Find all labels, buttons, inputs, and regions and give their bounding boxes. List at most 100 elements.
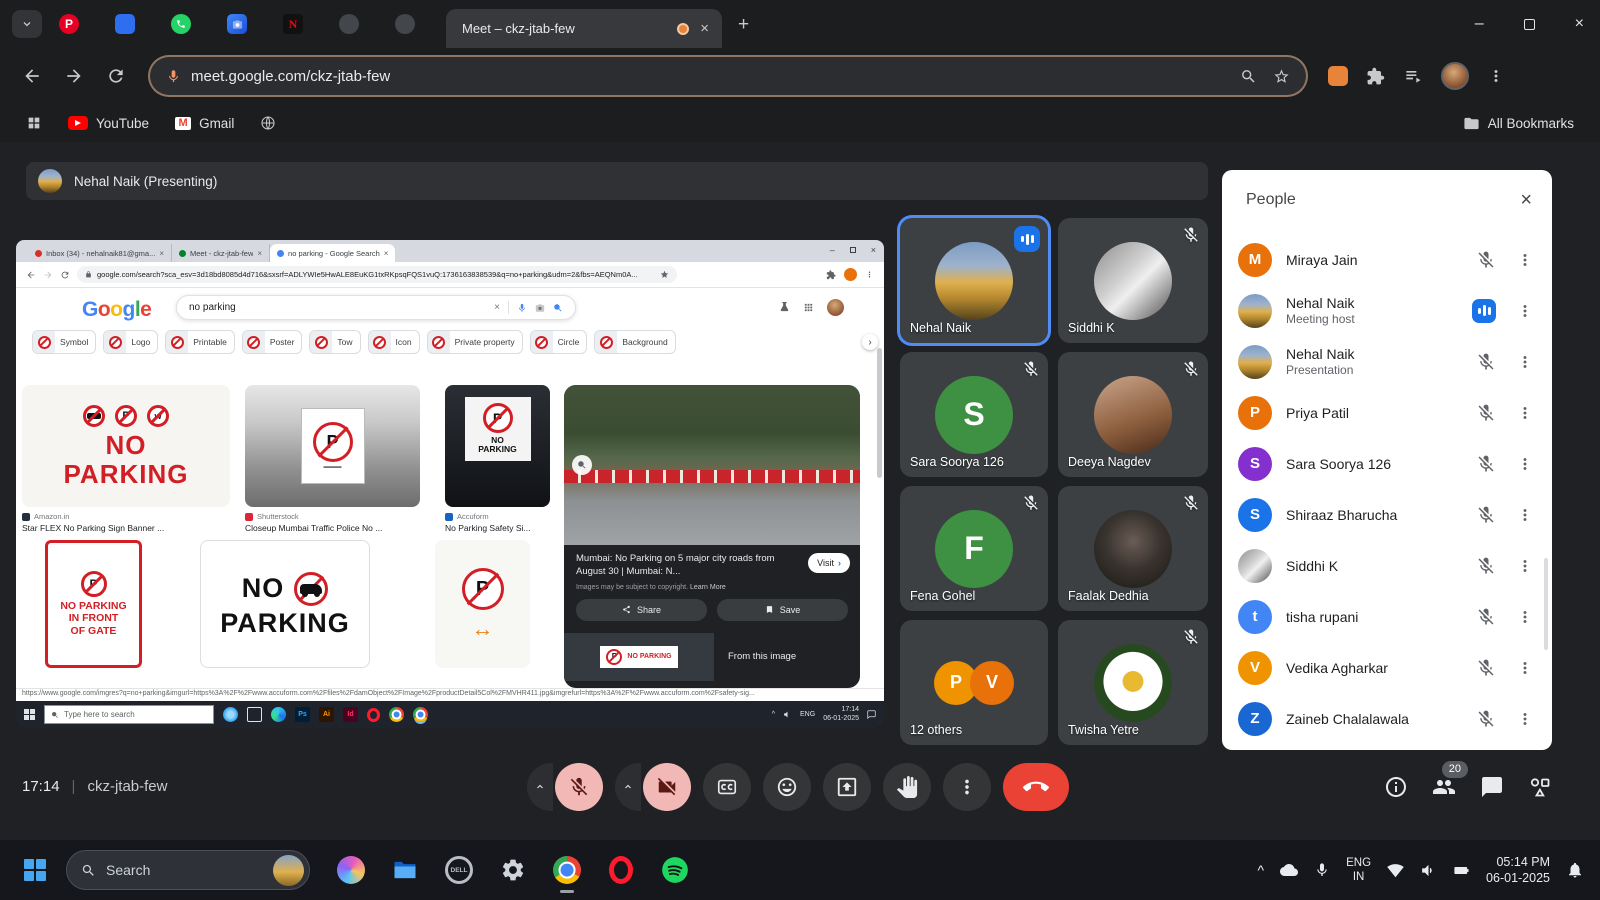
back-button[interactable]: [22, 66, 42, 86]
all-bookmarks-button[interactable]: All Bookmarks: [1463, 115, 1574, 132]
chat-button[interactable]: [1480, 775, 1504, 799]
pinned-tab-site-a[interactable]: [338, 13, 360, 35]
participant-tile[interactable]: Siddhi K: [1058, 218, 1208, 343]
people-list-item[interactable]: MMiraya Jain: [1222, 234, 1552, 285]
pinned-tab-blue-app[interactable]: [114, 13, 136, 35]
extension-icon[interactable]: [1328, 66, 1348, 86]
file-explorer-button[interactable]: [390, 855, 420, 885]
taskbar-search[interactable]: Search: [66, 850, 310, 890]
mic-options-button[interactable]: [527, 763, 553, 811]
close-button[interactable]: ×: [1575, 16, 1584, 32]
pinned-tab-whatsapp[interactable]: [170, 13, 192, 35]
address-bar[interactable]: meet.google.com/ckz-jtab-few: [148, 55, 1308, 97]
captions-button[interactable]: [703, 763, 751, 811]
mic-muted-button[interactable]: [555, 763, 603, 811]
more-options-button[interactable]: [943, 763, 991, 811]
puzzle-extensions-icon[interactable]: [1366, 67, 1385, 86]
onedrive-cloud-icon[interactable]: [1280, 861, 1298, 879]
mic-tray-icon[interactable]: [1314, 862, 1330, 878]
tab-search-button[interactable]: [12, 10, 42, 38]
people-scrollbar[interactable]: [1544, 558, 1548, 650]
person-options-icon[interactable]: [1516, 659, 1534, 677]
taskbar-clock[interactable]: 05:14 PM06-01-2025: [1486, 854, 1550, 887]
people-list-item[interactable]: Siddhi K: [1222, 540, 1552, 591]
battery-icon[interactable]: [1453, 862, 1470, 879]
people-button[interactable]: 20: [1432, 775, 1456, 799]
mic-off-icon[interactable]: [1476, 454, 1496, 474]
people-list-item[interactable]: VVedika Agharkar: [1222, 642, 1552, 693]
dell-button[interactable]: DELL: [444, 855, 474, 885]
screenshare-tile[interactable]: Inbox (34) - nehalnaik81@gma...×Meet - c…: [16, 240, 884, 728]
present-button[interactable]: [823, 763, 871, 811]
mic-off-icon[interactable]: [1476, 556, 1496, 576]
person-options-icon[interactable]: [1516, 353, 1534, 371]
raise-hand-button[interactable]: [883, 763, 931, 811]
participant-tile[interactable]: Twisha Yetre: [1058, 620, 1208, 745]
mic-off-icon[interactable]: [1476, 658, 1496, 678]
activities-button[interactable]: [1528, 775, 1552, 799]
people-list-item[interactable]: Nehal NaikMeeting host: [1222, 285, 1552, 336]
start-button[interactable]: [24, 859, 46, 881]
person-options-icon[interactable]: [1516, 455, 1534, 473]
language-indicator[interactable]: ENGIN: [1346, 856, 1371, 885]
reload-button[interactable]: [106, 66, 126, 86]
meeting-details-button[interactable]: [1384, 775, 1408, 799]
tray-expand-button[interactable]: ^: [1258, 862, 1265, 878]
pinned-tab-netflix[interactable]: N: [282, 13, 304, 35]
camera-options-button[interactable]: [615, 763, 641, 811]
bookmark-youtube[interactable]: YouTube: [68, 116, 149, 131]
person-options-icon[interactable]: [1516, 251, 1534, 269]
volume-icon[interactable]: [1420, 862, 1437, 879]
bookmark-star-icon[interactable]: [1273, 68, 1290, 85]
pinned-tab-pinterest[interactable]: P: [58, 13, 80, 35]
bookmark-gmail[interactable]: MGmail: [175, 116, 234, 131]
settings-button[interactable]: [498, 855, 528, 885]
pinned-tab-site-b[interactable]: [394, 13, 416, 35]
bookmark-site[interactable]: [260, 115, 276, 131]
people-list-item[interactable]: SSara Soorya 126: [1222, 438, 1552, 489]
person-options-icon[interactable]: [1516, 557, 1534, 575]
search-icon[interactable]: [1240, 68, 1257, 85]
participant-tile[interactable]: SSara Soorya 126: [900, 352, 1048, 477]
forward-button[interactable]: [64, 66, 84, 86]
spotify-button[interactable]: [660, 855, 690, 885]
people-panel-close-icon[interactable]: ×: [1520, 190, 1532, 210]
camera-off-button[interactable]: [643, 763, 691, 811]
person-options-icon[interactable]: [1516, 404, 1534, 422]
end-call-button[interactable]: [1003, 763, 1069, 811]
opera-button[interactable]: [606, 855, 636, 885]
tab-close-button[interactable]: ×: [697, 20, 712, 37]
profile-avatar[interactable]: [1441, 62, 1469, 90]
person-options-icon[interactable]: [1516, 302, 1534, 320]
pinned-tab-camera[interactable]: [226, 13, 248, 35]
copilot-button[interactable]: [336, 855, 366, 885]
maximize-button[interactable]: [1524, 19, 1535, 30]
mic-off-icon[interactable]: [1476, 250, 1496, 270]
kebab-menu-icon[interactable]: [1487, 67, 1505, 85]
wifi-icon[interactable]: [1387, 862, 1404, 879]
mic-off-icon[interactable]: [1476, 607, 1496, 627]
reactions-button[interactable]: [763, 763, 811, 811]
people-list-item[interactable]: ttisha rupani: [1222, 591, 1552, 642]
person-options-icon[interactable]: [1516, 506, 1534, 524]
new-tab-button[interactable]: +: [738, 14, 749, 36]
participant-tile[interactable]: Deeya Nagdev: [1058, 352, 1208, 477]
media-controls-icon[interactable]: [1403, 66, 1423, 86]
participant-tile[interactable]: FFena Gohel: [900, 486, 1048, 611]
people-list-item[interactable]: SShiraaz Bharucha: [1222, 489, 1552, 540]
notifications-bell-icon[interactable]: [1566, 861, 1584, 879]
mic-off-icon[interactable]: [1476, 505, 1496, 525]
minimize-button[interactable]: –: [1475, 16, 1484, 32]
mic-off-icon[interactable]: [1476, 709, 1496, 729]
participant-tile[interactable]: Nehal Naik: [900, 218, 1048, 343]
participant-tile[interactable]: Faalak Dedhia: [1058, 486, 1208, 611]
people-list-item[interactable]: PPriya Patil: [1222, 387, 1552, 438]
mic-off-icon[interactable]: [1476, 352, 1496, 372]
participant-tile[interactable]: PV12 others: [900, 620, 1048, 745]
mic-off-icon[interactable]: [1476, 403, 1496, 423]
active-tab[interactable]: Meet – ckz-jtab-few ×: [446, 9, 722, 48]
person-options-icon[interactable]: [1516, 710, 1534, 728]
apps-grid-button[interactable]: [26, 115, 42, 131]
person-options-icon[interactable]: [1516, 608, 1534, 626]
chrome-button[interactable]: [552, 855, 582, 885]
